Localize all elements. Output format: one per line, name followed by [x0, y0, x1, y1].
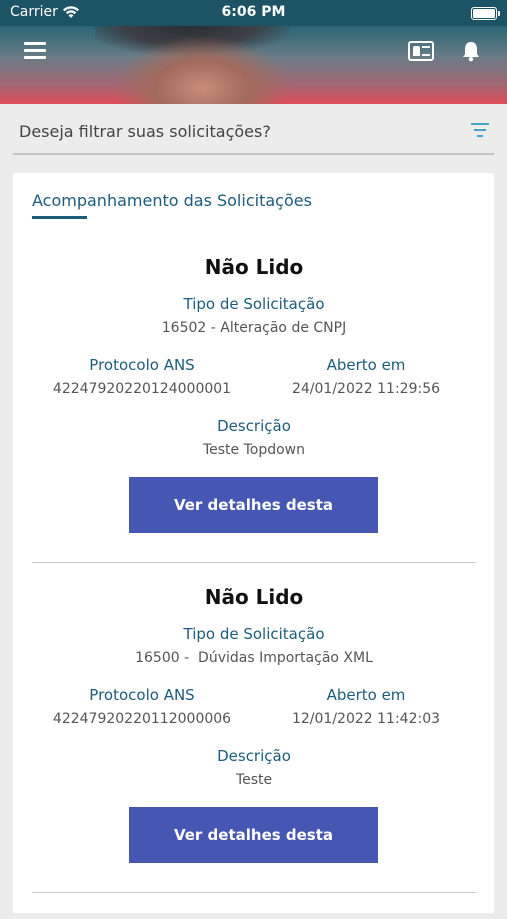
description-value: Teste Topdown	[202, 442, 306, 458]
type-label: Tipo de Solicitação	[183, 625, 325, 643]
clock: 6:06 PM	[221, 4, 286, 20]
view-details-button[interactable]: Ver detalhes desta solicitação	[129, 807, 378, 900]
opened-value: 12/01/2022 11:42:03	[291, 711, 441, 727]
id-card-icon[interactable]	[408, 41, 434, 61]
description-value: Teste	[235, 772, 273, 788]
request-item: Não Lido Tipo de Solicitação 16502 - Alt…	[32, 173, 476, 570]
protocol-label: Protocolo ANS	[89, 686, 195, 704]
filter-placeholder[interactable]: Deseja filtrar suas solicitações?	[19, 122, 271, 141]
type-value: 16502 - Alteração de CNPJ	[161, 320, 347, 336]
description-label: Descrição	[217, 417, 291, 435]
header-photo	[95, 26, 290, 104]
bell-icon[interactable]	[460, 40, 482, 62]
filter-icon[interactable]	[470, 123, 490, 139]
opened-value: 24/01/2022 11:29:56	[291, 381, 441, 397]
requests-card: Acompanhamento das Solicitações Não Lido…	[13, 173, 494, 913]
request-status: Não Lido	[204, 585, 304, 609]
type-value: 16500 - Dúvidas Importação XML	[135, 650, 373, 666]
protocol-value: 42247920220124000001	[52, 381, 232, 397]
description-label: Descrição	[217, 747, 291, 765]
opened-label: Aberto em	[326, 686, 406, 704]
filter-bar[interactable]: Deseja filtrar suas solicitações?	[13, 110, 494, 155]
request-item: Não Lido Tipo de Solicitação 16500 - Dúv…	[32, 503, 476, 900]
protocol-value: 42247920220112000006	[52, 711, 232, 727]
hamburger-icon[interactable]	[24, 42, 46, 62]
status-bar: Carrier 6:06 PM	[0, 0, 507, 26]
request-status: Não Lido	[204, 255, 304, 279]
protocol-label: Protocolo ANS	[89, 356, 195, 374]
battery-icon	[471, 7, 500, 20]
type-label: Tipo de Solicitação	[183, 295, 325, 313]
opened-label: Aberto em	[326, 356, 406, 374]
divider	[32, 892, 476, 893]
app-header	[0, 26, 507, 104]
